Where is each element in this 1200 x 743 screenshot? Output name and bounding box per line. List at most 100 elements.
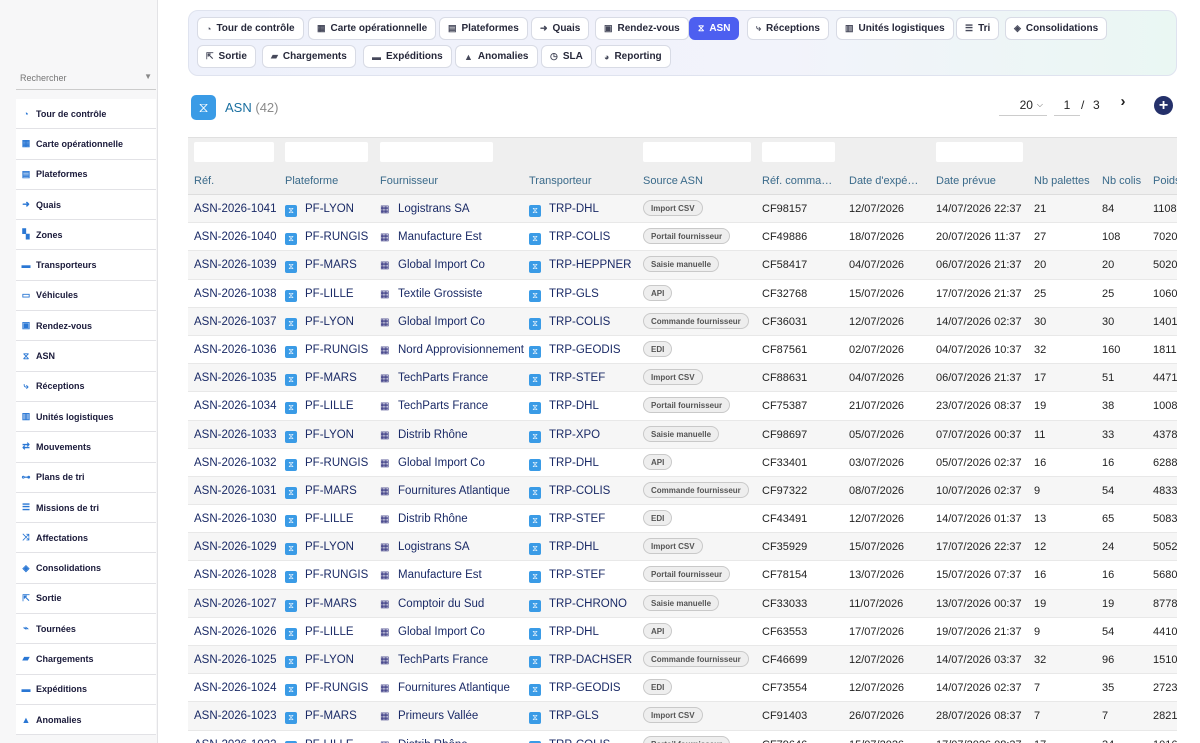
column-filter-input[interactable] (285, 142, 368, 162)
table-cell[interactable]: ASN-2026-1037 (194, 308, 283, 336)
tab-rendez-vous[interactable]: ▣ Rendez-vous (595, 17, 689, 40)
tab-unites-logistiques[interactable]: ▥ Unités logistiques (836, 17, 954, 40)
table-cell[interactable]: ASN-2026-1025 (194, 646, 283, 674)
table-row[interactable]: ASN-2026-1034 ⧖ PF-LILLE ▦ TechParts France ⧖… (188, 392, 1177, 421)
sidebar-item-zones[interactable]: ▚ Zones (16, 220, 156, 251)
sidebar-item-sortie[interactable]: ⇱ Sortie (16, 583, 156, 615)
table-cell[interactable]: ASN-2026-1031 (194, 477, 283, 505)
table-row[interactable]: ASN-2026-1035 ⧖ PF-MARS ▦ TechParts France ⧖ T… (188, 364, 1177, 393)
sidebar-item-transporteurs[interactable]: ▬ Transporteurs (16, 250, 156, 281)
sidebar-item-tournees[interactable]: ⌁ Tournées (16, 614, 156, 645)
column-header[interactable]: Fournisseur (380, 167, 525, 195)
page-size-select[interactable]: 20 ⌵ (999, 94, 1047, 116)
next-page-button[interactable]: › (1115, 93, 1131, 113)
column-header[interactable]: Nb palettes (1034, 167, 1098, 195)
page-number-input[interactable]: 1 (1054, 94, 1080, 116)
table-cell[interactable]: ASN-2026-1028 (194, 561, 283, 589)
table-row[interactable]: ASN-2026-1033 ⧖ PF-LYON ▦ Distrib Rhône ⧖ TRP-… (188, 420, 1177, 449)
table-cell[interactable]: ASN-2026-1022 (194, 731, 283, 743)
tab-chargements[interactable]: ▰ Chargements (262, 45, 356, 68)
column-header[interactable]: Poids (1153, 167, 1177, 195)
tab-asn[interactable]: ⧖ ASN (689, 17, 740, 40)
sidebar-item-mouvements[interactable]: ⇄ Mouvements (16, 432, 156, 463)
tab-anomalies[interactable]: ▲ Anomalies (455, 45, 538, 68)
table-row[interactable]: ASN-2026-1041 ⧖ PF-LYON ▦ Logistrans SA ⧖ TRP-… (188, 195, 1177, 224)
table-cell[interactable]: ASN-2026-1039 (194, 251, 283, 279)
tab-quais[interactable]: ➜ Quais (531, 17, 590, 40)
tab-tri[interactable]: ☰ Tri (956, 17, 1000, 40)
sidebar-item-chargements[interactable]: ▰ Chargements (16, 644, 156, 675)
sidebar-item-plateformes[interactable]: ▤ Plateformes (16, 159, 156, 190)
column-filter-input[interactable] (936, 142, 1023, 162)
tab-tour-de-controle[interactable]: ◔ Tour de contrôle (197, 17, 304, 40)
search-input[interactable] (16, 68, 136, 88)
table-row[interactable]: ASN-2026-1023 ⧖ PF-MARS ▦ Primeurs Vallée ⧖ TR… (188, 702, 1177, 731)
tab-consolidations[interactable]: ◈ Consolidations (1005, 17, 1108, 40)
sidebar-item-asn[interactable]: ⧖ ASN (16, 341, 156, 372)
tab-sortie[interactable]: ⇱ Sortie (197, 45, 256, 68)
column-filter-input[interactable] (643, 142, 751, 162)
table-cell[interactable]: ASN-2026-1029 (194, 533, 283, 561)
add-button[interactable]: + (1154, 96, 1173, 115)
table-cell[interactable]: ASN-2026-1030 (194, 505, 283, 533)
sidebar-item-plans-de-tri[interactable]: ⊶ Plans de tri (16, 462, 156, 493)
column-filter-input[interactable] (380, 142, 493, 162)
tab-sla[interactable]: ◷ SLA (541, 45, 592, 68)
column-header[interactable]: Transporteur (529, 167, 639, 195)
column-header[interactable]: Date d'expé… (849, 167, 932, 195)
table-row[interactable]: ASN-2026-1037 ⧖ PF-LYON ▦ Global Import Co ⧖ T… (188, 307, 1177, 336)
column-header[interactable]: Date prévue (936, 167, 1030, 195)
sidebar-item-unites-logistiques[interactable]: ▥ Unités logistiques (16, 401, 156, 433)
table-cell[interactable]: ASN-2026-1024 (194, 674, 283, 702)
sidebar-item-carte-operationnelle[interactable]: ▦ Carte opérationnelle (16, 129, 156, 160)
table-cell[interactable]: ASN-2026-1038 (194, 280, 283, 308)
sidebar-item-tour-de-controle[interactable]: ◔ Tour de contrôle (16, 99, 156, 130)
column-filter-input[interactable] (194, 142, 274, 162)
table-cell[interactable]: ASN-2026-1040 (194, 223, 283, 251)
table-cell[interactable]: ASN-2026-1036 (194, 336, 283, 364)
sidebar-item-vehicules[interactable]: ▭ Véhicules (16, 280, 156, 312)
sidebar-item-affectations[interactable]: ⤨ Affectations (16, 523, 156, 554)
table-row[interactable]: ASN-2026-1031 ⧖ PF-MARS ▦ Fournitures Atlant… (188, 476, 1177, 506)
sidebar-item-quais[interactable]: ➜ Quais (16, 189, 156, 221)
column-header[interactable]: Plateforme (285, 167, 376, 195)
table-cell[interactable]: ASN-2026-1027 (194, 590, 283, 618)
tab-receptions[interactable]: ⤷ Réceptions (747, 17, 829, 40)
table-cell[interactable]: ASN-2026-1035 (194, 364, 283, 392)
sidebar-item-missions-de-tri[interactable]: ☰ Missions de tri (16, 492, 156, 524)
tab-reporting[interactable]: ◕ Reporting (595, 45, 671, 68)
table-row[interactable]: ASN-2026-1032 ⧖ PF-RUNGIS ▦ Global Import Co… (188, 448, 1177, 477)
sidebar-item-consolidations[interactable]: ◈ Consolidations (16, 553, 156, 584)
table-row[interactable]: ASN-2026-1040 ⧖ PF-RUNGIS ▦ Manufacture Est ⧖… (188, 223, 1177, 252)
table-row[interactable]: ASN-2026-1038 ⧖ PF-LILLE ▦ Textile Grossiste… (188, 279, 1177, 308)
sidebar-item-rendez-vous[interactable]: ▣ Rendez-vous (16, 311, 156, 342)
chevron-down-icon[interactable]: ▼ (144, 72, 152, 81)
table-cell[interactable]: ASN-2026-1033 (194, 421, 283, 449)
table-row[interactable]: ASN-2026-1036 ⧖ PF-RUNGIS ▦ Nord Approvision… (188, 335, 1177, 365)
column-header[interactable]: Nb colis (1102, 167, 1149, 195)
table-cell[interactable]: ASN-2026-1026 (194, 618, 283, 646)
tab-expeditions[interactable]: ▬ Expéditions (363, 45, 452, 68)
sidebar-item-receptions[interactable]: ⤷ Réceptions (16, 371, 156, 402)
column-header[interactable]: Source ASN (643, 167, 758, 195)
sidebar-search[interactable]: ▼ (16, 68, 156, 90)
table-cell[interactable]: ASN-2026-1034 (194, 392, 283, 420)
table-row[interactable]: ASN-2026-1025 ⧖ PF-LYON ▦ TechParts France ⧖ T… (188, 646, 1177, 675)
tab-plateformes[interactable]: ▤ Plateformes (439, 17, 528, 40)
tab-carte-operationnelle[interactable]: ▦ Carte opérationnelle (308, 17, 437, 40)
column-header[interactable]: Réf. (194, 167, 281, 195)
sidebar-item-anomalies[interactable]: ▲ Anomalies (16, 704, 156, 736)
table-row[interactable]: ASN-2026-1027 ⧖ PF-MARS ▦ Comptoir du Sud ⧖ TR… (188, 589, 1177, 618)
table-row[interactable]: ASN-2026-1028 ⧖ PF-RUNGIS ▦ Manufacture Est ⧖… (188, 561, 1177, 590)
sidebar-item-expeditions[interactable]: ▬ Expéditions (16, 674, 156, 705)
table-row[interactable]: ASN-2026-1024 ⧖ PF-RUNGIS ▦ Fournitures Atla… (188, 674, 1177, 703)
table-row[interactable]: ASN-2026-1030 ⧖ PF-LILLE ▦ Distrib Rhône ⧖ TRP… (188, 505, 1177, 534)
table-row[interactable]: ASN-2026-1029 ⧖ PF-LYON ▦ Logistrans SA ⧖ TRP-… (188, 533, 1177, 562)
column-header[interactable]: Réf. comma… (762, 167, 845, 195)
table-row[interactable]: ASN-2026-1022⧖PF-LILLE▦ Distrib Rhône ⧖TRP… (188, 730, 1177, 743)
column-filter-input[interactable] (762, 142, 835, 162)
table-row[interactable]: ASN-2026-1026 ⧖ PF-LILLE ▦ Global Import Co ⧖… (188, 617, 1177, 646)
table-cell[interactable]: ASN-2026-1041 (194, 195, 283, 223)
table-row[interactable]: ASN-2026-1039 ⧖ PF-MARS ▦ Global Import Co ⧖ T… (188, 251, 1177, 280)
table-cell[interactable]: ASN-2026-1023 (194, 702, 283, 730)
